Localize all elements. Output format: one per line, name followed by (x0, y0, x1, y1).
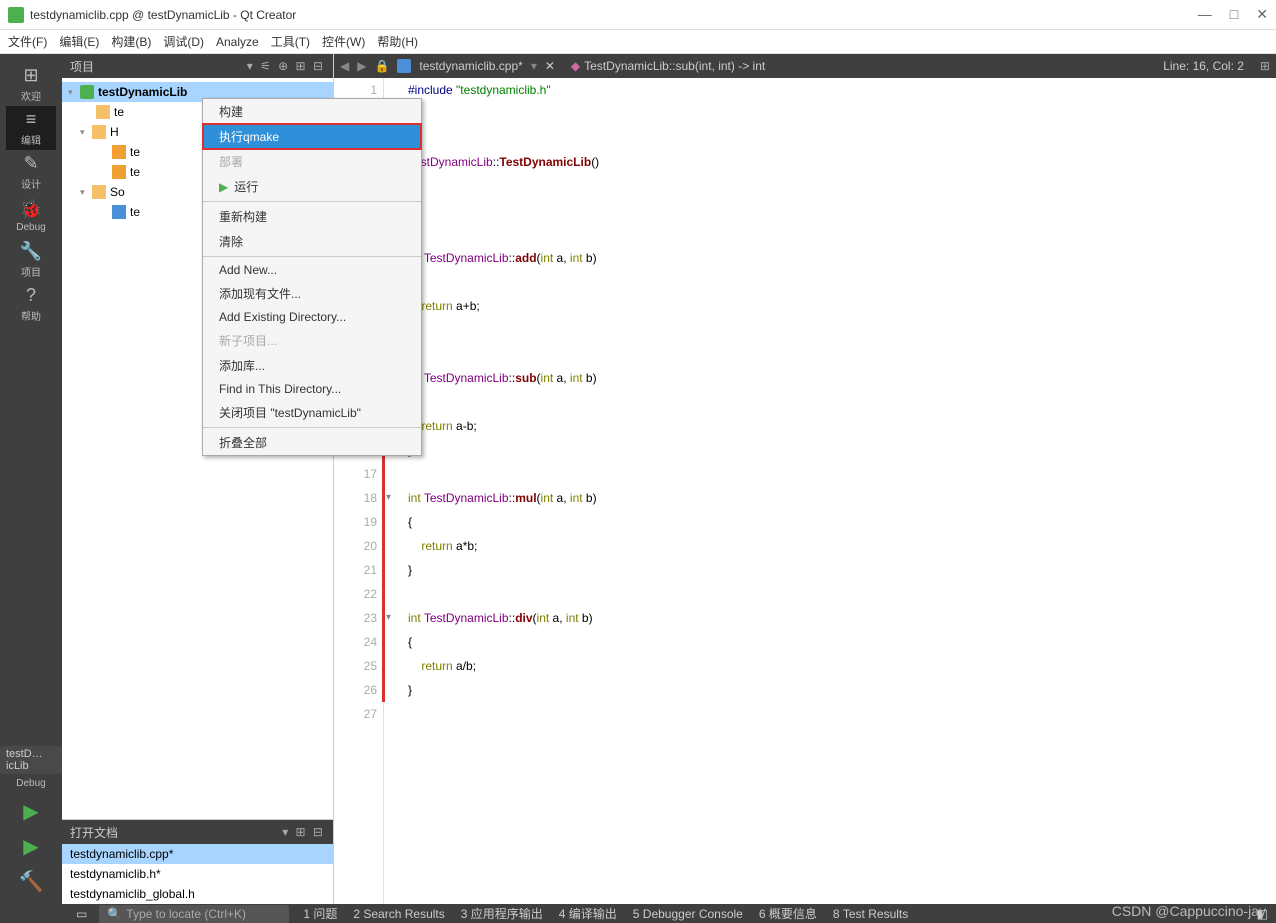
context-menu-item[interactable]: Find in This Directory... (203, 378, 421, 400)
run-button-1[interactable]: ▶ (19, 834, 44, 859)
panel-tools[interactable]: ▾ ⊞ ⊟ (282, 825, 325, 839)
menu-item[interactable]: 工具(T) (271, 33, 310, 50)
kit-selector[interactable]: testD…icLib (0, 746, 62, 774)
context-menu: 构建执行qmake部署▶运行重新构建清除 Add New...添加现有文件...A… (202, 98, 422, 456)
menu-item[interactable]: Analyze (216, 35, 259, 49)
symbol-crumb[interactable]: ◆TestDynamicLib::sub(int, int) -> int (571, 59, 765, 73)
close-button[interactable]: ✕ (1256, 6, 1268, 23)
open-docs-header: 打开文档 ▾ ⊞ ⊟ (62, 820, 333, 844)
mode-Debug[interactable]: 🐞Debug (6, 194, 56, 238)
mode-项目[interactable]: 🔧项目 (6, 238, 56, 282)
window-controls: — □ ✕ (1198, 6, 1268, 23)
split-icon[interactable]: ⊞ (1260, 59, 1270, 73)
run-button-0[interactable]: ▶ (19, 799, 44, 824)
maximize-button[interactable]: □ (1230, 6, 1238, 23)
open-doc-item[interactable]: testdynamiclib_global.h (62, 884, 333, 904)
context-menu-item[interactable]: 折叠全部 (203, 430, 421, 455)
locator-input[interactable]: 🔍Type to locate (Ctrl+K) (99, 905, 289, 923)
mode-欢迎[interactable]: ⊞欢迎 (6, 62, 56, 106)
cursor-position: Line: 16, Col: 2 (1163, 59, 1244, 73)
project-panel-header: 项目 ▾ ⚟ ⊕ ⊞ ⊟ (62, 54, 333, 78)
dropdown-icon[interactable]: ▾ (531, 59, 537, 73)
code-editor[interactable]: 1234567891011121314151617181920212223242… (334, 78, 1276, 904)
context-menu-item[interactable]: Add New... (203, 259, 421, 281)
project-tree[interactable]: ▾testDynamicLib te ▾H te te ▾So te 构建执行q… (62, 78, 333, 819)
close-tab-icon[interactable]: ✕ (545, 59, 555, 73)
output-tab[interactable]: 1 问题 (295, 907, 345, 921)
output-tab[interactable]: 3 应用程序输出 (453, 907, 551, 921)
lock-icon[interactable]: 🔒 (374, 59, 389, 73)
context-menu-item[interactable]: 关闭项目 "testDynamicLib" (203, 400, 421, 425)
output-tab[interactable]: 5 Debugger Console (625, 907, 751, 921)
panel-title: 项目 (70, 58, 94, 75)
menubar: 文件(F) 编辑(E) 构建(B) 调试(D) Analyze 工具(T) 控件(W) 帮助(… (0, 30, 1276, 54)
context-menu-item[interactable]: 清除 (203, 229, 421, 254)
editor-toolbar: ◀ ▶ 🔒 testdynamiclib.cpp* ▾ ✕ ◆TestDynam… (334, 54, 1276, 78)
open-doc-item[interactable]: testdynamiclib.h* (62, 864, 333, 884)
mode-编辑[interactable]: ≡编辑 (6, 106, 56, 150)
context-menu-item[interactable]: 添加现有文件... (203, 281, 421, 306)
context-menu-item: 新子项目... (203, 328, 421, 353)
output-tab[interactable]: 8 Test Results (825, 907, 916, 921)
output-pane-icon[interactable]: ▭ (70, 907, 93, 921)
app-icon (8, 7, 24, 23)
mode-设计[interactable]: ✎设计 (6, 150, 56, 194)
window-title: testdynamiclib.cpp @ testDynamicLib - Qt… (30, 8, 1198, 22)
build-config-label: Debug (16, 778, 45, 789)
file-type-icon (397, 59, 411, 73)
context-menu-item[interactable]: Add Existing Directory... (203, 306, 421, 328)
output-tab[interactable]: 6 概要信息 (751, 907, 825, 921)
menu-item[interactable]: 控件(W) (322, 33, 365, 50)
menu-item[interactable]: 帮助(H) (377, 33, 418, 50)
open-documents: 打开文档 ▾ ⊞ ⊟ testdynamiclib.cpp*testdynami… (62, 819, 333, 904)
titlebar: testdynamiclib.cpp @ testDynamicLib - Qt… (0, 0, 1276, 30)
context-menu-item[interactable]: 重新构建 (203, 204, 421, 229)
minimize-button[interactable]: — (1198, 6, 1212, 23)
menu-item[interactable]: 文件(F) (8, 33, 47, 50)
nav-back-icon[interactable]: ◀ (340, 59, 349, 73)
context-menu-item[interactable]: 构建 (203, 99, 421, 124)
mode-selector: ⊞欢迎≡编辑✎设计🐞Debug🔧项目?帮助 testD…icLib Debug … (0, 54, 62, 904)
current-file[interactable]: testdynamiclib.cpp* (419, 59, 522, 73)
context-menu-item: 部署 (203, 149, 421, 174)
watermark: CSDN @Cappuccino-jay (1112, 903, 1266, 919)
output-tab[interactable]: 4 编译输出 (551, 907, 625, 921)
context-menu-item[interactable]: 添加库... (203, 353, 421, 378)
menu-item[interactable]: 构建(B) (111, 33, 151, 50)
panel-tools[interactable]: ▾ ⚟ ⊕ ⊞ ⊟ (247, 59, 325, 73)
editor-area: ◀ ▶ 🔒 testdynamiclib.cpp* ▾ ✕ ◆TestDynam… (334, 54, 1276, 904)
context-menu-item[interactable]: ▶运行 (203, 174, 421, 199)
mode-帮助[interactable]: ?帮助 (6, 282, 56, 326)
side-panel: 项目 ▾ ⚟ ⊕ ⊞ ⊟ ▾testDynamicLib te ▾H te te… (62, 54, 334, 904)
nav-fwd-icon[interactable]: ▶ (357, 59, 366, 73)
menu-item[interactable]: 编辑(E) (59, 33, 99, 50)
bottom-bar: ▭ 🔍Type to locate (Ctrl+K) 1 问题2 Search … (0, 904, 1276, 923)
run-button-2[interactable]: 🔨 (19, 869, 44, 894)
menu-item[interactable]: 调试(D) (163, 33, 204, 50)
output-tab[interactable]: 2 Search Results (345, 907, 452, 921)
open-doc-item[interactable]: testdynamiclib.cpp* (62, 844, 333, 864)
context-menu-item[interactable]: 执行qmake (203, 124, 421, 149)
